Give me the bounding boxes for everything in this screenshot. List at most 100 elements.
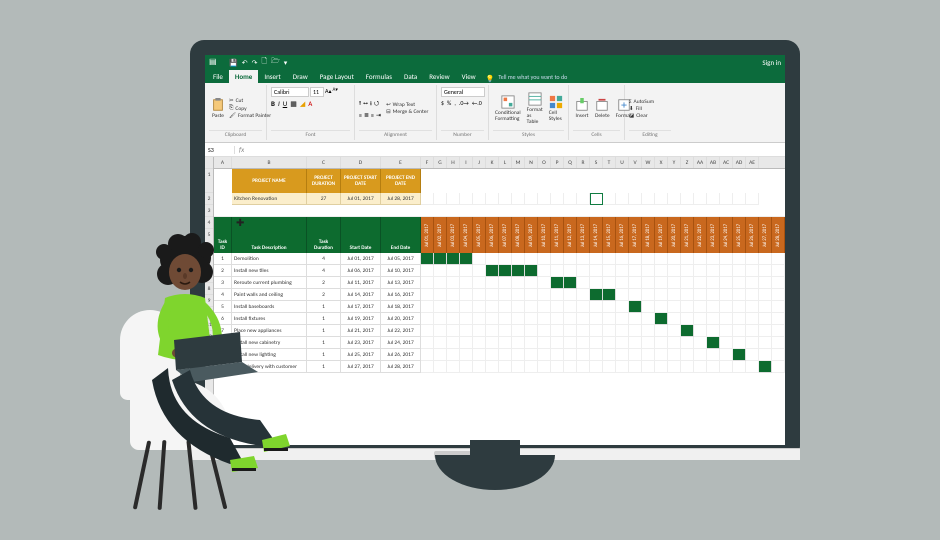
- row-header[interactable]: 3: [205, 205, 213, 217]
- gantt-empty-cell[interactable]: [694, 313, 707, 325]
- gantt-empty-cell[interactable]: [486, 277, 499, 289]
- column-header[interactable]: R: [577, 157, 590, 168]
- tab-draw[interactable]: Draw: [287, 70, 314, 83]
- gantt-empty-cell[interactable]: [551, 289, 564, 301]
- gantt-empty-cell[interactable]: [460, 325, 473, 337]
- task-cell[interactable]: Jul 23, 2017: [341, 337, 381, 349]
- gantt-empty-cell[interactable]: [772, 277, 785, 289]
- gantt-empty-cell[interactable]: [681, 265, 694, 277]
- sign-in-link[interactable]: Sign in: [762, 58, 781, 67]
- gantt-empty-cell[interactable]: [577, 325, 590, 337]
- gantt-empty-cell[interactable]: [668, 349, 681, 361]
- gantt-empty-cell[interactable]: [733, 313, 746, 325]
- column-header[interactable]: AA: [694, 157, 707, 168]
- gantt-empty-cell[interactable]: [616, 337, 629, 349]
- gantt-empty-cell[interactable]: [434, 301, 447, 313]
- gantt-empty-cell[interactable]: [694, 349, 707, 361]
- task-row[interactable]: 1Demolition4Jul 01, 2017Jul 05, 2017: [214, 253, 785, 265]
- task-cell[interactable]: 4: [214, 289, 232, 301]
- task-cell[interactable]: Jul 10, 2017: [381, 265, 421, 277]
- gantt-bar-cell[interactable]: [629, 301, 642, 313]
- gantt-empty-cell[interactable]: [460, 277, 473, 289]
- task-cell[interactable]: 7: [214, 325, 232, 337]
- gantt-empty-cell[interactable]: [538, 289, 551, 301]
- gantt-empty-cell[interactable]: [746, 301, 759, 313]
- column-header[interactable]: AB: [707, 157, 720, 168]
- gantt-empty-cell[interactable]: [421, 349, 434, 361]
- copy-button[interactable]: ⎘Copy: [229, 105, 271, 112]
- task-cell[interactable]: Jul 22, 2017: [381, 325, 421, 337]
- gantt-empty-cell[interactable]: [421, 265, 434, 277]
- task-cell[interactable]: Jul 19, 2017: [341, 313, 381, 325]
- column-header[interactable]: M: [512, 157, 525, 168]
- gantt-empty-cell[interactable]: [434, 361, 447, 373]
- gantt-empty-cell[interactable]: [629, 265, 642, 277]
- column-header[interactable]: D: [341, 157, 381, 168]
- gantt-bar-cell[interactable]: [707, 337, 720, 349]
- gantt-empty-cell[interactable]: [447, 337, 460, 349]
- gantt-empty-cell[interactable]: [642, 253, 655, 265]
- gantt-empty-cell[interactable]: [655, 265, 668, 277]
- gantt-empty-cell[interactable]: [564, 265, 577, 277]
- task-cell[interactable]: 1: [307, 301, 341, 313]
- gantt-empty-cell[interactable]: [447, 313, 460, 325]
- gantt-empty-cell[interactable]: [707, 289, 720, 301]
- gantt-empty-cell[interactable]: [551, 301, 564, 313]
- task-cell[interactable]: Install baseboards: [232, 301, 307, 313]
- gantt-empty-cell[interactable]: [694, 265, 707, 277]
- gantt-empty-cell[interactable]: [434, 349, 447, 361]
- task-cell[interactable]: Jul 24, 2017: [381, 337, 421, 349]
- gantt-empty-cell[interactable]: [694, 289, 707, 301]
- gantt-empty-cell[interactable]: [486, 349, 499, 361]
- gantt-empty-cell[interactable]: [447, 289, 460, 301]
- currency-icon[interactable]: $: [441, 99, 444, 107]
- gantt-bar-cell[interactable]: [603, 289, 616, 301]
- task-cell[interactable]: Jul 18, 2017: [381, 301, 421, 313]
- gantt-empty-cell[interactable]: [486, 313, 499, 325]
- gantt-empty-cell[interactable]: [759, 301, 772, 313]
- row-header[interactable]: 1: [205, 169, 213, 193]
- gantt-empty-cell[interactable]: [603, 313, 616, 325]
- gantt-empty-cell[interactable]: [642, 337, 655, 349]
- gantt-empty-cell[interactable]: [746, 361, 759, 373]
- gantt-bar-cell[interactable]: [499, 265, 512, 277]
- gantt-empty-cell[interactable]: [707, 253, 720, 265]
- gantt-empty-cell[interactable]: [447, 277, 460, 289]
- gantt-empty-cell[interactable]: [616, 313, 629, 325]
- gantt-empty-cell[interactable]: [759, 265, 772, 277]
- wrap-text-button[interactable]: ↩Wrap Text: [386, 102, 428, 108]
- gantt-empty-cell[interactable]: [590, 349, 603, 361]
- qat-dropdown-icon[interactable]: ▾: [284, 58, 288, 67]
- gantt-empty-cell[interactable]: [668, 325, 681, 337]
- task-cell[interactable]: Place new appliances: [232, 325, 307, 337]
- task-cell[interactable]: Jul 25, 2017: [341, 349, 381, 361]
- row-header[interactable]: 11: [205, 319, 213, 331]
- insert-cells-button[interactable]: Insert: [573, 97, 591, 120]
- gantt-empty-cell[interactable]: [564, 361, 577, 373]
- gantt-empty-cell[interactable]: [642, 361, 655, 373]
- orientation-icon[interactable]: ⭯: [374, 99, 379, 109]
- gantt-empty-cell[interactable]: [772, 253, 785, 265]
- gantt-empty-cell[interactable]: [434, 289, 447, 301]
- tab-file[interactable]: File: [207, 70, 229, 83]
- autosum-button[interactable]: ΣAutoSum: [629, 99, 654, 105]
- gantt-empty-cell[interactable]: [603, 265, 616, 277]
- gantt-bar-cell[interactable]: [564, 277, 577, 289]
- column-header[interactable]: S: [590, 157, 603, 168]
- task-cell[interactable]: Paint walls and ceiling: [232, 289, 307, 301]
- gantt-empty-cell[interactable]: [720, 277, 733, 289]
- gantt-empty-cell[interactable]: [629, 277, 642, 289]
- gantt-empty-cell[interactable]: [512, 361, 525, 373]
- shrink-font-icon[interactable]: A▾: [332, 87, 337, 97]
- gantt-empty-cell[interactable]: [629, 325, 642, 337]
- column-header[interactable]: U: [616, 157, 629, 168]
- gantt-empty-cell[interactable]: [447, 349, 460, 361]
- gantt-empty-cell[interactable]: [577, 337, 590, 349]
- undo-icon[interactable]: ↶: [242, 58, 248, 67]
- gantt-empty-cell[interactable]: [460, 361, 473, 373]
- cut-button[interactable]: ✂Cut: [229, 98, 271, 104]
- align-left-icon[interactable]: ≡: [359, 111, 362, 119]
- gantt-empty-cell[interactable]: [629, 313, 642, 325]
- task-cell[interactable]: Install new tiles: [232, 265, 307, 277]
- conditional-formatting-button[interactable]: Conditional Formatting: [493, 94, 523, 123]
